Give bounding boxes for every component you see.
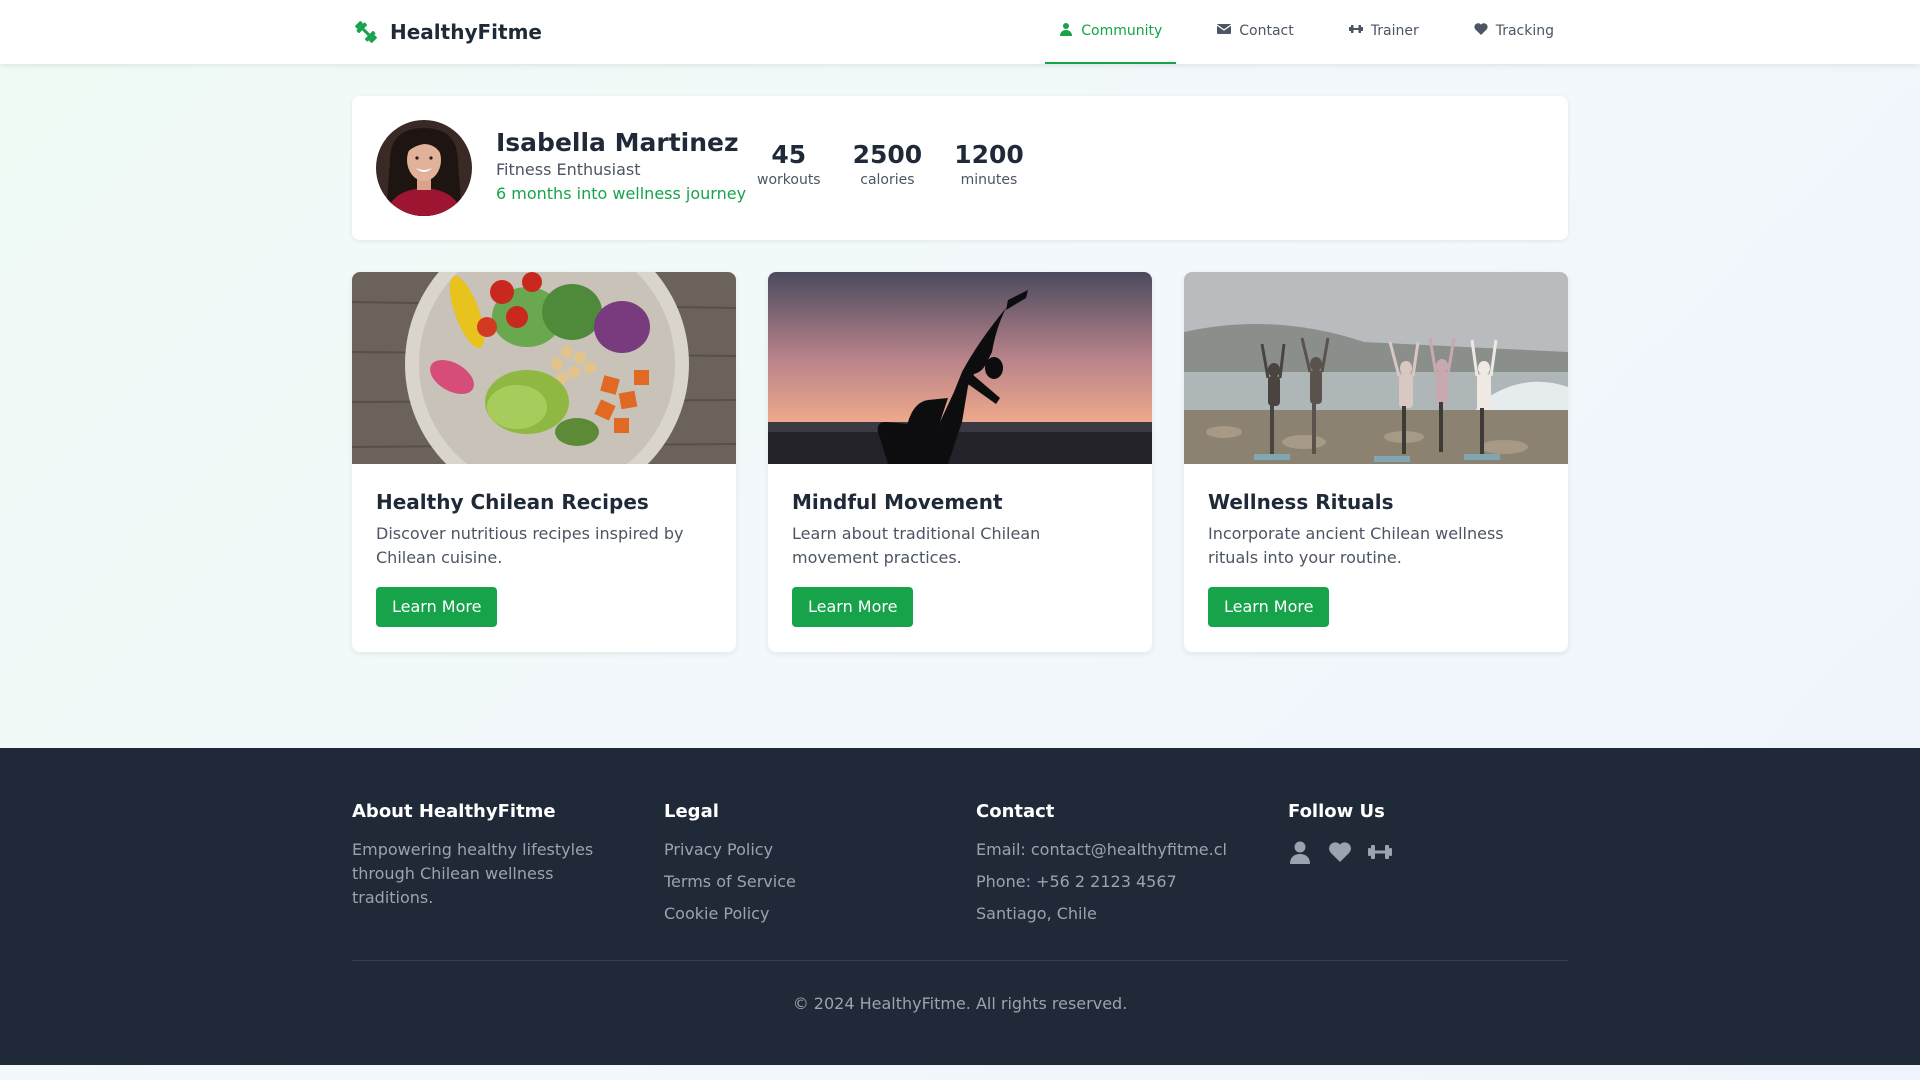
learn-more-button[interactable]: Learn More (1208, 587, 1330, 627)
footer-about-title: About HealthyFitme (352, 801, 556, 822)
card-description: Discover nutritious recipes inspired by … (376, 524, 684, 567)
profile-journey: 6 months into wellness journey (496, 184, 747, 203)
card-description: Learn about traditional Chilean movement… (792, 524, 1041, 567)
site-footer: About HealthyFitme Empowering healthy li… (0, 748, 1920, 1065)
stat-value: 45 (771, 140, 807, 169)
dumbbell-icon[interactable] (1368, 840, 1392, 868)
footer-legal-title: Legal (664, 801, 719, 822)
avatar[interactable] (376, 120, 472, 216)
nav-link-label: Contact (1239, 23, 1294, 39)
stat-workouts: 45 workouts (757, 140, 821, 190)
profile-name: Isabella Martinez (496, 128, 739, 157)
copyright-text: © 2024 HealthyFitme. All rights reserved… (792, 994, 1128, 1013)
card-image-yoga-sunset (768, 272, 1152, 464)
learn-more-button[interactable]: Learn More (376, 587, 498, 627)
top-navbar: HealthyFitme Community Contact Trainer T… (0, 0, 1920, 64)
stat-label: minutes (960, 172, 1018, 188)
card-wellness-rituals: Wellness Rituals Incorporate ancient Chi… (1184, 272, 1568, 652)
card-body: Mindful Movement Learn about traditional… (768, 464, 1152, 651)
nav-link-community[interactable]: Community (1045, 0, 1177, 64)
stat-label: workouts (757, 172, 821, 188)
stat-value: 1200 (954, 140, 1024, 169)
profile-info: Isabella Martinez Fitness Enthusiast 6 m… (496, 128, 746, 206)
footer-follow: Follow Us (1288, 800, 1568, 868)
footer-about: About HealthyFitme Empowering healthy li… (352, 800, 632, 910)
card-body: Wellness Rituals Incorporate ancient Chi… (1184, 464, 1568, 651)
card-description: Incorporate ancient Chilean wellness rit… (1208, 524, 1504, 567)
nav-link-trainer[interactable]: Trainer (1335, 0, 1433, 64)
user-icon[interactable] (1288, 840, 1312, 868)
card-image-beach-yoga (1184, 272, 1568, 464)
footer-follow-title: Follow Us (1288, 801, 1385, 822)
profile-role: Fitness Enthusiast (496, 160, 641, 179)
dumbbell-icon (1348, 22, 1363, 40)
user-icon (1059, 22, 1073, 40)
card-title: Wellness Rituals (1208, 490, 1394, 514)
card-mindful-movement: Mindful Movement Learn about traditional… (768, 272, 1152, 652)
contact-phone: Phone: +56 2 2123 4567 (976, 872, 1177, 891)
contact-location: Santiago, Chile (976, 904, 1097, 923)
cookie-policy-link[interactable]: Cookie Policy (664, 902, 944, 926)
footer-contact: Contact Email: contact@healthyfitme.cl P… (976, 800, 1256, 934)
card-body: Healthy Chilean Recipes Discover nutriti… (352, 464, 736, 651)
nav-container: HealthyFitme Community Contact Trainer T… (352, 0, 1568, 64)
nav-link-label: Community (1081, 23, 1163, 39)
footer-divider (352, 960, 1568, 961)
footer-legal: Legal Privacy Policy Terms of Service Co… (664, 800, 944, 934)
stat-calories: 2500 calories (853, 140, 923, 190)
profile-card: Isabella Martinez Fitness Enthusiast 6 m… (352, 96, 1568, 240)
card-healthy-recipes: Healthy Chilean Recipes Discover nutriti… (352, 272, 736, 652)
brand-name: HealthyFitme (390, 20, 542, 44)
contact-email: Email: contact@healthyfitme.cl (976, 840, 1227, 859)
learn-more-button[interactable]: Learn More (792, 587, 914, 627)
heart-icon (1474, 22, 1488, 40)
card-image-salad (352, 272, 736, 464)
nav-link-label: Tracking (1495, 23, 1554, 39)
brand-logo[interactable]: HealthyFitme (352, 0, 542, 64)
stat-label: calories (860, 172, 915, 188)
profile-stats: 45 workouts 2500 calories 1200 minutes (757, 140, 1024, 190)
nav-link-label: Trainer (1370, 23, 1419, 39)
footer-contact-title: Contact (976, 801, 1055, 822)
social-icons (1288, 840, 1568, 868)
envelope-icon (1216, 22, 1232, 40)
card-title: Mindful Movement (792, 490, 1003, 514)
terms-of-service-link[interactable]: Terms of Service (664, 870, 944, 894)
card-title: Healthy Chilean Recipes (376, 490, 649, 514)
nav-link-tracking[interactable]: Tracking (1460, 0, 1568, 64)
dumbbell-icon (352, 18, 380, 46)
privacy-policy-link[interactable]: Privacy Policy (664, 838, 944, 862)
stat-minutes: 1200 minutes (954, 140, 1024, 190)
nav-menu: Community Contact Trainer Tracking (1018, 0, 1568, 64)
nav-link-contact[interactable]: Contact (1203, 0, 1307, 64)
stat-value: 2500 (852, 140, 923, 169)
heart-icon[interactable] (1328, 840, 1352, 868)
footer-about-text: Empowering healthy lifestyles through Ch… (352, 840, 594, 907)
